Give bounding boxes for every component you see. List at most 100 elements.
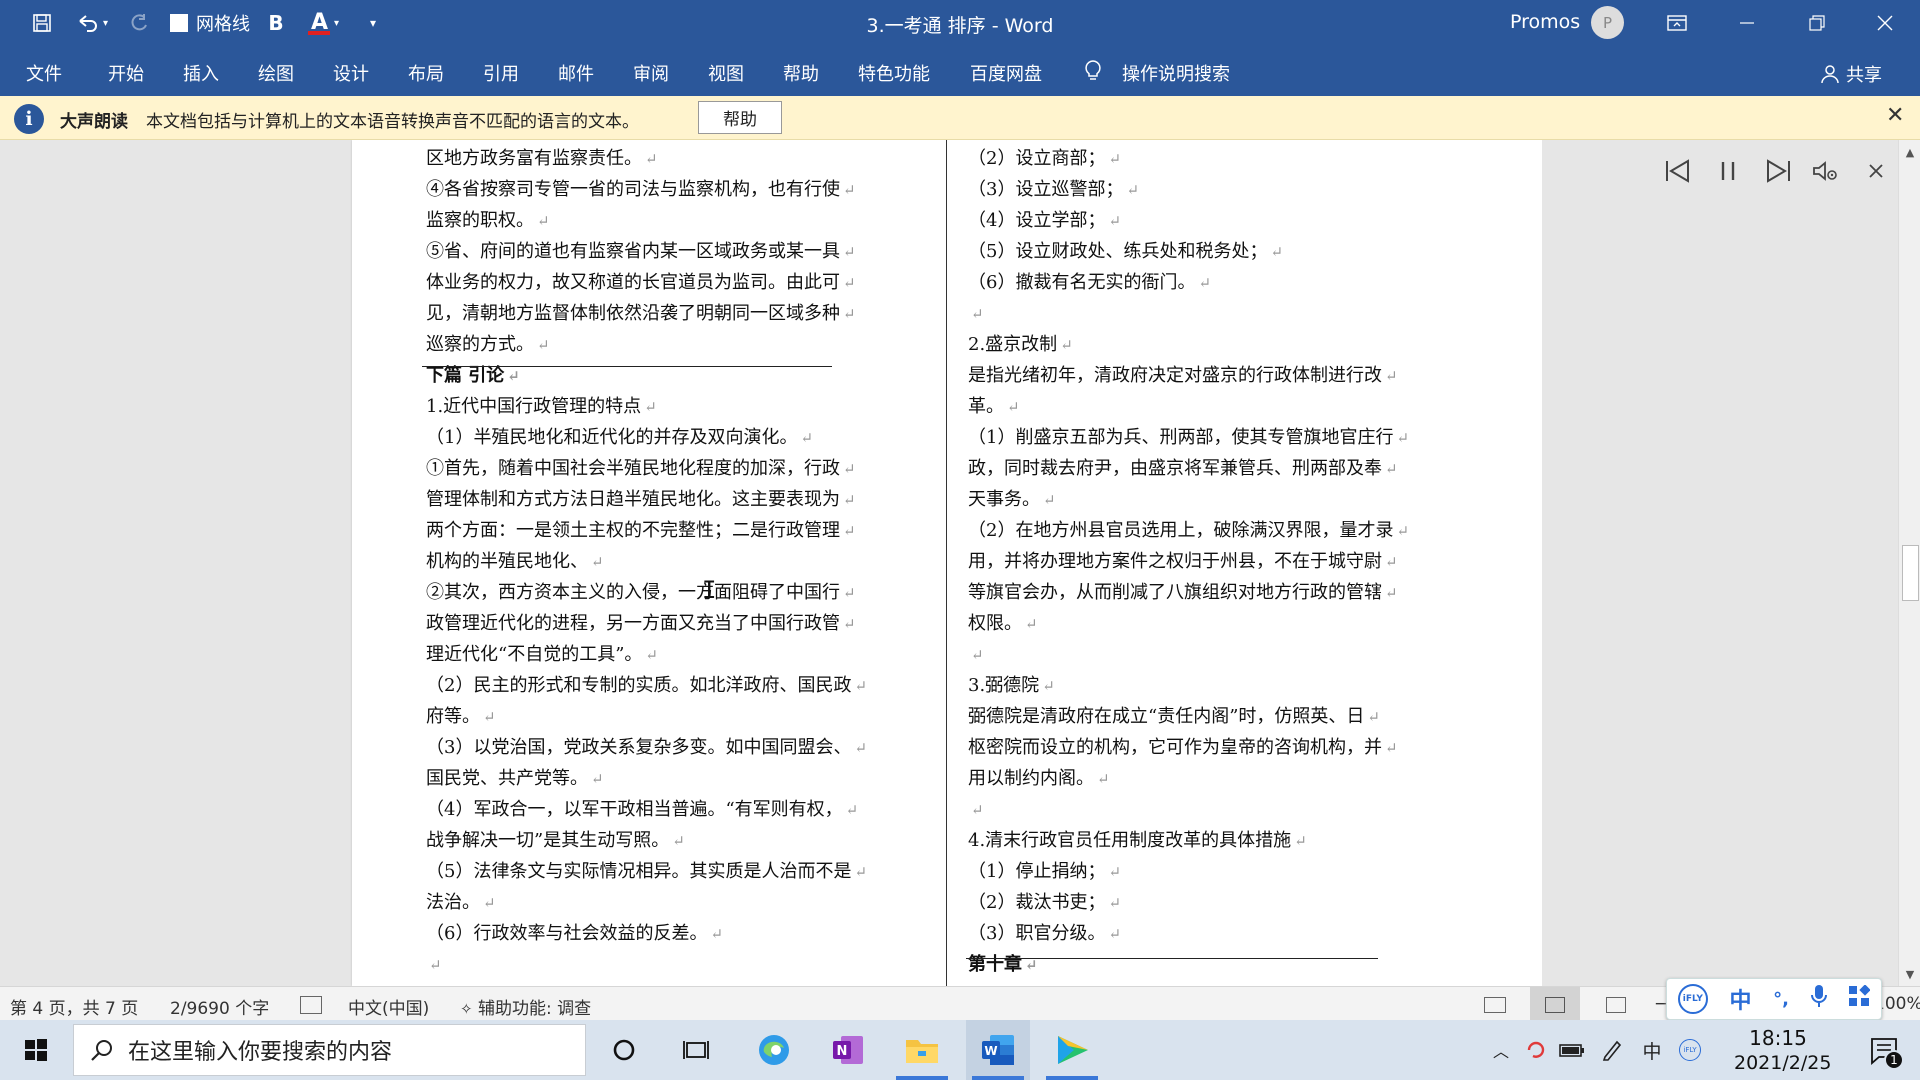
text-line[interactable]: 是指光绪初年，清政府决定对盛京的行政体制进行改 ↵ — [968, 363, 1398, 389]
tab-design[interactable]: 设计 — [333, 60, 369, 86]
language-indicator[interactable]: 中文(中国) — [348, 994, 429, 1019]
punctuation-icon[interactable]: °, — [1773, 989, 1789, 1010]
text-line[interactable]: ②其次，西方资本主义的入侵，一方面阻碍了中国行 ↵ — [426, 580, 856, 606]
tab-references[interactable]: 引用 — [483, 60, 519, 86]
save-button[interactable] — [22, 0, 62, 46]
taskbar-file-explorer[interactable] — [890, 1020, 954, 1080]
text-line[interactable]: 管理体制和方式方法日趋半殖民地化。这主要表现为 ↵ — [426, 487, 856, 513]
text-line[interactable]: 机构的半殖民地化、 ↵ — [426, 549, 604, 575]
message-close-icon[interactable]: ✕ — [1886, 103, 1904, 128]
text-line[interactable]: （3）以党治国，党政关系复杂多变。如中国同盟会、 ↵ — [426, 735, 867, 761]
text-line[interactable]: （5）法律条文与实际情况相异。其实质是人治而不是 ↵ — [426, 859, 867, 885]
text-line[interactable]: 法治。 ↵ — [426, 890, 496, 916]
text-line[interactable]: 权限。 ↵ — [968, 611, 1038, 637]
text-line[interactable]: ⑤省、府间的道也有监察省内某一区域政务或某一具 ↵ — [426, 239, 856, 265]
text-line[interactable]: 2.盛京改制 ↵ — [968, 332, 1073, 358]
redo-button[interactable] — [124, 0, 154, 46]
text-line[interactable]: 理近代化“不自觉的工具”。 ↵ — [426, 642, 658, 668]
tell-me-search[interactable]: 操作说明搜索 — [1122, 60, 1230, 86]
text-line[interactable]: ↵ — [968, 797, 984, 823]
gridlines-toggle[interactable]: 网格线 — [162, 0, 258, 46]
text-line[interactable]: 枢密院而设立的机构，它可作为皇帝的咨询机构，并 ↵ — [968, 735, 1398, 761]
clock-date[interactable]: 2021/2/25 — [1734, 1052, 1831, 1074]
text-line[interactable]: （1）半殖民地化和近代化的并存及双向演化。 ↵ — [426, 425, 813, 451]
text-line[interactable]: 体业务的权力，故又称道的长官道员为监司。由此可 ↵ — [426, 270, 856, 296]
text-line[interactable]: 政管理近代化的进程，另一方面又充当了中国行政管 ↵ — [426, 611, 856, 637]
text-line[interactable]: （3）职官分级。 ↵ — [968, 921, 1121, 947]
gridlines-checkbox[interactable] — [170, 14, 188, 32]
ime-chinese-mode[interactable]: 中 — [1729, 983, 1751, 1015]
text-line[interactable]: ↵ — [968, 301, 984, 327]
ifly-logo-icon[interactable]: iFLY — [1677, 984, 1708, 1014]
taskbar-word[interactable]: W — [966, 1020, 1030, 1080]
next-paragraph-button[interactable] — [1760, 153, 1796, 189]
text-line[interactable]: 两个方面：一是领土主权的不完整性；二是行政管理 ↵ — [426, 518, 856, 544]
share-button[interactable]: 共享 — [1820, 61, 1882, 87]
pause-button[interactable] — [1710, 153, 1746, 189]
undo-button[interactable]: ▾ — [68, 0, 116, 46]
previous-paragraph-button[interactable] — [1660, 153, 1696, 189]
tab-layout[interactable]: 布局 — [408, 60, 444, 86]
text-line[interactable]: （1）停止捐纳； ↵ — [968, 859, 1121, 885]
document-page[interactable]: 区地方政务富有监察责任。 ↵ ④各省按察司专管一省的司法与监察机构，也有行使 ↵ 监察的… — [352, 140, 1542, 986]
taskbar-search-box[interactable]: 在这里输入你要搜索的内容 — [73, 1024, 586, 1076]
text-line[interactable]: （2）民主的形式和专制的实质。如北洋政府、国民政 ↵ — [426, 673, 867, 699]
tray-app-icon[interactable] — [1520, 1020, 1552, 1080]
read-mode-icon[interactable] — [1484, 997, 1506, 1013]
minimize-button[interactable] — [1712, 0, 1782, 46]
text-line[interactable]: （5）设立财政处、练兵处和税务处； ↵ — [968, 239, 1283, 265]
voice-settings-button[interactable] — [1808, 153, 1844, 189]
text-line[interactable]: 政，同时裁去府尹，由盛京将军兼管兵、刑两部及奉 ↵ — [968, 456, 1398, 482]
tab-file[interactable]: 文件 — [26, 60, 62, 86]
text-line[interactable]: 见，清朝地方监督体制依然沿袭了明朝同一区域多种 ↵ — [426, 301, 856, 327]
bold-button[interactable]: B — [264, 0, 288, 46]
text-line[interactable]: （2）设立商部； ↵ — [968, 146, 1121, 172]
accessibility-checker[interactable]: ✧ 辅助功能: 调查 — [460, 994, 591, 1019]
tab-draw[interactable]: 绘图 — [258, 60, 294, 86]
notification-center-button[interactable]: 1 — [1856, 1020, 1912, 1080]
text-line[interactable]: （4）设立学部； ↵ — [968, 208, 1121, 234]
tab-view[interactable]: 视图 — [708, 60, 744, 86]
tab-mailings[interactable]: 邮件 — [558, 60, 594, 86]
text-line[interactable]: （4）军政合一，以军干政相当普遍。“有军则有权， ↵ — [426, 797, 858, 823]
battery-icon[interactable] — [1556, 1020, 1588, 1080]
message-help-button[interactable]: 帮助 — [698, 101, 782, 134]
taskbar-edge[interactable] — [742, 1020, 806, 1080]
taskbar-video-app[interactable] — [1040, 1020, 1104, 1080]
user-name[interactable]: Promos — [1510, 11, 1580, 33]
text-line[interactable]: 监察的职权。 ↵ — [426, 208, 550, 234]
tab-insert[interactable]: 插入 — [183, 60, 219, 86]
ribbon-display-options-button[interactable] — [1642, 0, 1712, 46]
vertical-scrollbar[interactable]: ▲ ▼ — [1898, 140, 1920, 986]
close-button[interactable] — [1850, 0, 1920, 46]
text-line[interactable]: 用以制约内阁。 ↵ — [968, 766, 1110, 792]
text-line[interactable]: 国民党、共产党等。 ↵ — [426, 766, 604, 792]
text-line[interactable]: 府等。 ↵ — [426, 704, 496, 730]
customize-qat-icon[interactable]: ▾ — [362, 0, 384, 46]
text-line[interactable]: 用，并将办理地方案件之权归于州县，不在于城守尉 ↵ — [968, 549, 1398, 575]
text-line[interactable]: 区地方政务富有监察责任。 ↵ — [426, 146, 658, 172]
text-line[interactable]: ①首先，随着中国社会半殖民地化程度的加深，行政 ↵ — [426, 456, 856, 482]
avatar[interactable]: P — [1591, 6, 1624, 39]
microphone-icon[interactable] — [1810, 984, 1827, 1014]
text-line[interactable]: （2）在地方州县官员选用上，破除满汉界限，量才录 ↵ — [968, 518, 1409, 544]
scroll-down-icon[interactable]: ▼ — [1899, 962, 1920, 986]
proofing-icon[interactable] — [300, 996, 322, 1014]
word-count[interactable]: 2/9690 个字 — [170, 994, 269, 1019]
text-line[interactable]: ↵ — [968, 642, 984, 668]
text-line[interactable]: ④各省按察司专管一省的司法与监察机构，也有行使 ↵ — [426, 177, 856, 203]
text-line[interactable]: （2）裁汰书吏； ↵ — [968, 890, 1121, 916]
text-line[interactable]: 天事务。 ↵ — [968, 487, 1056, 513]
clock-time[interactable]: 18:15 — [1734, 1026, 1822, 1050]
scroll-up-icon[interactable]: ▲ — [1899, 140, 1920, 164]
show-hidden-icons[interactable]: ︿ — [1488, 1020, 1514, 1080]
text-line[interactable]: （3）设立巡警部； ↵ — [968, 177, 1139, 203]
pen-icon[interactable] — [1596, 1020, 1628, 1080]
text-line[interactable]: （6）行政效率与社会效益的反差。 ↵ — [426, 921, 723, 947]
text-line[interactable]: 巡察的方式。 ↵ — [426, 332, 550, 358]
text-line[interactable]: 4.清末行政官员任用制度改革的具体措施 ↵ — [968, 828, 1307, 854]
tray-input-indicator[interactable]: 中 — [1636, 1020, 1668, 1080]
text-line[interactable]: 1.近代中国行政管理的特点 ↵ — [426, 394, 657, 420]
text-line[interactable]: ↵ — [426, 952, 442, 978]
text-line[interactable]: 第十章 ↵ — [968, 952, 1038, 978]
